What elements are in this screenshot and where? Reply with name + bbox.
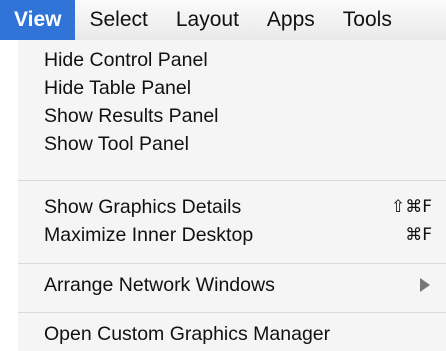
menu-view[interactable]: View <box>0 0 76 40</box>
menu-item-label: Hide Control Panel <box>44 48 208 71</box>
menu-item-label: Show Graphics Details <box>44 195 242 218</box>
keyboard-shortcut: ⇧⌘F <box>390 197 432 217</box>
menu-item-label: Arrange Network Windows <box>44 273 275 296</box>
menu-item-open-custom-graphics-manager[interactable]: Open Custom Graphics Manager <box>44 320 436 348</box>
menu-layout[interactable]: Layout <box>162 0 253 40</box>
keyboard-shortcut: ⌘F <box>405 225 432 245</box>
menu-item-hide-table-panel[interactable]: Hide Table Panel <box>44 74 436 102</box>
menu-item-label: Hide Table Panel <box>44 76 192 99</box>
menu-item-label: Show Results Panel <box>44 104 219 127</box>
menu-tools[interactable]: Tools <box>329 0 406 40</box>
menu-item-label: Open Custom Graphics Manager <box>44 322 331 345</box>
chevron-right-icon <box>420 278 430 292</box>
menu-separator <box>18 263 446 264</box>
menu-select[interactable]: Select <box>75 0 161 40</box>
menu-separator <box>18 180 446 181</box>
menu-item-show-results-panel[interactable]: Show Results Panel <box>44 102 436 130</box>
menu-apps[interactable]: Apps <box>253 0 329 40</box>
menu-item-hide-control-panel[interactable]: Hide Control Panel <box>44 46 436 74</box>
menu-item-label: Maximize Inner Desktop <box>44 223 254 246</box>
menu-item-maximize-inner-desktop[interactable]: Maximize Inner Desktop ⌘F <box>44 221 436 249</box>
menu-item-arrange-network-windows[interactable]: Arrange Network Windows <box>44 271 436 299</box>
menu-item-label: Show Tool Panel <box>44 132 189 155</box>
view-dropdown-menu: Hide Control Panel Hide Table Panel Show… <box>18 40 446 351</box>
menu-separator <box>18 312 446 313</box>
menu-bar: View Select Layout Apps Tools <box>0 0 446 40</box>
menu-item-show-tool-panel[interactable]: Show Tool Panel <box>44 130 436 158</box>
menu-item-show-graphics-details[interactable]: Show Graphics Details ⇧⌘F <box>44 193 436 221</box>
